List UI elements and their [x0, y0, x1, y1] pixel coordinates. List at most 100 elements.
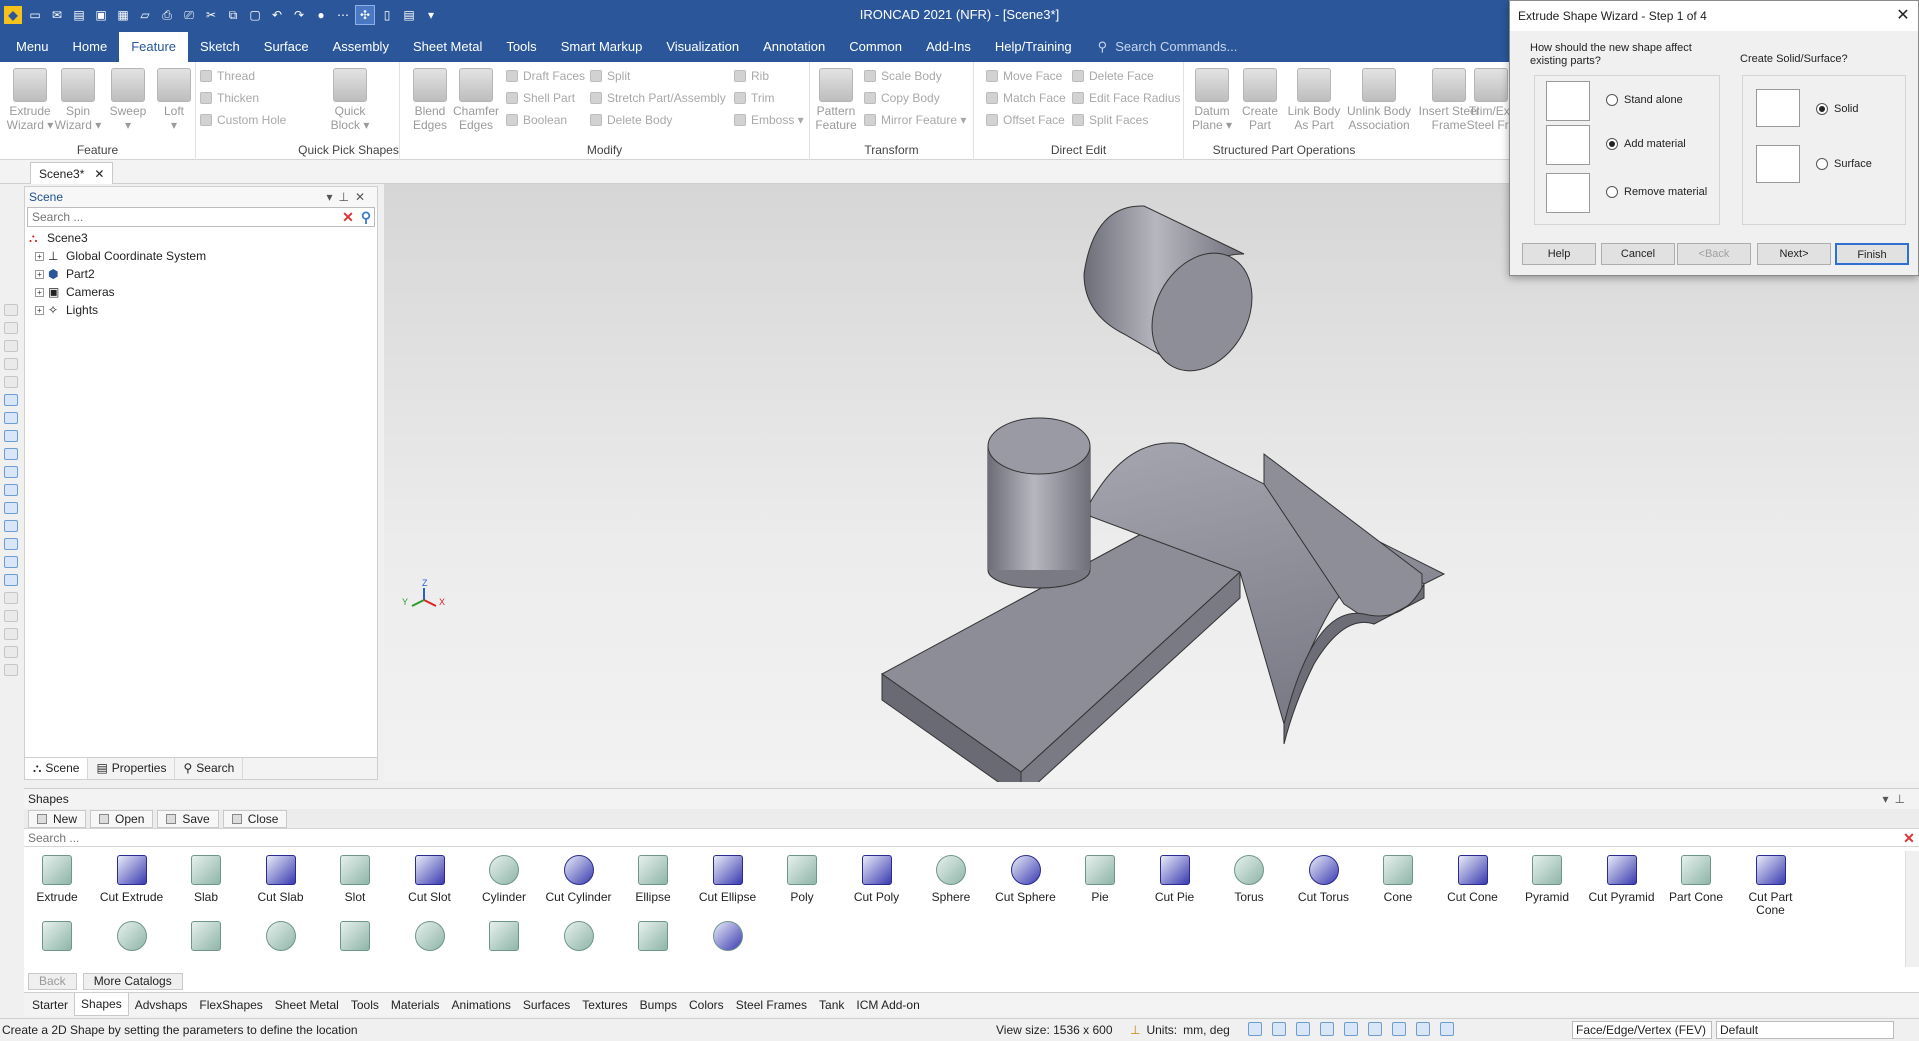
selection-mode-select[interactable]: Face/Edge/Vertex (FEV)	[1572, 1021, 1712, 1039]
boolean-button[interactable]: Boolean	[506, 110, 567, 130]
tool-icon[interactable]	[4, 394, 18, 406]
shape-item-torus[interactable]: Torus	[1212, 855, 1286, 904]
draft-faces-button[interactable]: Draft Faces	[506, 66, 585, 86]
catalog-tab-starter[interactable]: Starter	[26, 994, 74, 1016]
tool-icon[interactable]	[4, 358, 18, 370]
shape-item-ellipse[interactable]: Ellipse	[616, 855, 690, 904]
command-search[interactable]: ⚲ Search Commands...	[1084, 32, 1238, 62]
shape-item-cut-cone[interactable]: Cut Cone	[1436, 855, 1510, 904]
copy-icon[interactable]: ⧉	[224, 6, 242, 24]
new-file-icon[interactable]: ▭	[26, 6, 44, 24]
redo-icon[interactable]: ↷	[290, 6, 308, 24]
open-catalog-button[interactable]: Open	[90, 810, 154, 828]
shape-item-row2[interactable]	[95, 921, 169, 957]
tab-scene[interactable]: ⛬ Scene	[25, 758, 89, 779]
clear-search-icon[interactable]: ✕	[1901, 830, 1917, 846]
tree-node-coordinate-system[interactable]: + ⊥ Global Coordinate System	[29, 247, 373, 265]
pattern-feature-button[interactable]: Pattern Feature	[812, 66, 860, 132]
selection-tool-icon[interactable]: ✣	[355, 5, 375, 25]
cut-icon[interactable]: ✂	[202, 6, 220, 24]
mirror-feature-button[interactable]: Mirror Feature ▾	[864, 110, 966, 130]
display-icon[interactable]	[1416, 1022, 1430, 1036]
open-icon[interactable]: ▤	[70, 6, 88, 24]
cursor-icon[interactable]	[1440, 1022, 1454, 1036]
tree-node-scene[interactable]: ⛬ Scene3	[29, 229, 373, 247]
tab-smart-markup[interactable]: Smart Markup	[549, 32, 655, 62]
shape-item-row2[interactable]	[467, 921, 541, 957]
tool-icon[interactable]	[4, 430, 18, 442]
search-options-icon[interactable]: ⚲	[358, 209, 374, 225]
shape-item-sphere[interactable]: Sphere	[914, 855, 988, 904]
tool-icon[interactable]	[4, 538, 18, 550]
tab-assembly[interactable]: Assembly	[321, 32, 401, 62]
catalog-tab-steel-frames[interactable]: Steel Frames	[730, 994, 813, 1016]
grid-icon[interactable]: ⋯	[334, 6, 352, 24]
thread-button[interactable]: Thread	[200, 66, 255, 86]
thicken-button[interactable]: Thicken	[200, 88, 259, 108]
more-catalogs-button[interactable]: More Catalogs	[82, 973, 183, 990]
catalog-tab-animations[interactable]: Animations	[446, 994, 517, 1016]
shape-item-poly[interactable]: Poly	[765, 855, 839, 904]
doc-tab-scene3[interactable]: Scene3* ✕	[30, 162, 114, 184]
catalog-tab-flexshapes[interactable]: FlexShapes	[193, 994, 268, 1016]
tab-search[interactable]: ⚲ Search	[175, 758, 244, 779]
shape-item-slab[interactable]: Slab	[169, 855, 243, 904]
create-part-button[interactable]: Create Part	[1236, 66, 1284, 132]
shape-item-cut-extrude[interactable]: Cut Extrude	[95, 855, 169, 904]
standing-cylinder-top[interactable]	[987, 417, 1091, 475]
catalog-tab-shapes[interactable]: Shapes	[74, 993, 129, 1016]
next-button[interactable]: Next>	[1757, 243, 1831, 265]
loft-button[interactable]: Loft ▾	[150, 66, 198, 132]
finish-button[interactable]: Finish	[1835, 243, 1909, 265]
link-body-button[interactable]: Link Body As Part	[1286, 66, 1342, 132]
datum-plane-button[interactable]: Datum Plane ▾	[1188, 66, 1236, 132]
shape-item-slot[interactable]: Slot	[318, 855, 392, 904]
shape-item-cut-poly[interactable]: Cut Poly	[840, 855, 914, 904]
tab-feature[interactable]: Feature	[119, 32, 189, 62]
tool-icon[interactable]	[4, 448, 18, 460]
tool-icon[interactable]	[4, 412, 18, 424]
shape-item-pie[interactable]: Pie	[1063, 855, 1137, 904]
surface-radio[interactable]: Surface	[1816, 155, 1872, 173]
shape-item-row2[interactable]	[169, 921, 243, 957]
tab-surface[interactable]: Surface	[252, 32, 321, 62]
edit-face-radius-button[interactable]: Edit Face Radius	[1072, 88, 1180, 108]
tab-annotation[interactable]: Annotation	[751, 32, 837, 62]
tool-icon[interactable]	[4, 646, 18, 658]
tool-icon[interactable]	[4, 574, 18, 586]
app-logo-icon[interactable]: ◆	[4, 6, 22, 24]
new-catalog-button[interactable]: New	[28, 810, 87, 828]
shapes-search-input[interactable]	[24, 829, 1824, 846]
catalog-tab-textures[interactable]: Textures	[576, 994, 633, 1016]
view-cube-icon[interactable]	[1320, 1022, 1334, 1036]
panel-controls[interactable]: ▾⊥	[1883, 789, 1919, 809]
expand-icon[interactable]: +	[35, 251, 44, 261]
window-icon[interactable]: ▤	[400, 6, 418, 24]
shape-item-cut-pie[interactable]: Cut Pie	[1138, 855, 1212, 904]
catalog-tab-colors[interactable]: Colors	[683, 994, 730, 1016]
catalog-tab-sheet-metal[interactable]: Sheet Metal	[269, 994, 345, 1016]
tab-add-ins[interactable]: Add-Ins	[914, 32, 983, 62]
tool-icon[interactable]	[4, 340, 18, 352]
sweep-button[interactable]: Sweep ▾	[104, 66, 152, 132]
tree-node-part2[interactable]: + ⬢ Part2	[29, 265, 373, 283]
catalog-tab-tools[interactable]: Tools	[345, 994, 385, 1016]
page-icon[interactable]: ▯	[378, 6, 396, 24]
solid-radio[interactable]: Solid	[1816, 100, 1858, 118]
shell-part-button[interactable]: Shell Part	[506, 88, 575, 108]
catalog-tab-icm-add-on[interactable]: ICM Add-on	[850, 994, 925, 1016]
shape-item-part-cone[interactable]: Part Cone	[1659, 855, 1733, 904]
tree-node-lights[interactable]: + ✧ Lights	[29, 301, 373, 319]
extrude-wizard-button[interactable]: Extrude Wizard ▾	[6, 66, 54, 132]
stretch-part-button[interactable]: Stretch Part/Assembly	[590, 88, 726, 108]
tool-icon[interactable]	[4, 520, 18, 532]
shape-item-pyramid[interactable]: Pyramid	[1510, 855, 1584, 904]
catalog-tab-surfaces[interactable]: Surfaces	[517, 994, 576, 1016]
match-face-button[interactable]: Match Face	[986, 88, 1066, 108]
tab-visualization[interactable]: Visualization	[654, 32, 751, 62]
tab-menu[interactable]: Menu	[4, 32, 61, 62]
shape-item-cut-cylinder[interactable]: Cut Cylinder	[542, 855, 616, 904]
shape-item-cut-ellipse[interactable]: Cut Ellipse	[691, 855, 765, 904]
shape-item-cylinder[interactable]: Cylinder	[467, 855, 541, 904]
tool-icon[interactable]	[4, 376, 18, 388]
